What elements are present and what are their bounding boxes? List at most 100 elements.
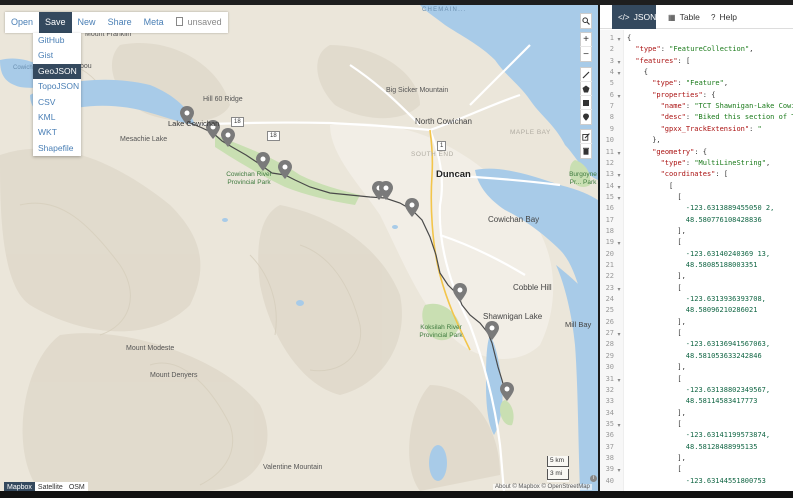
open-button[interactable]: Open [5, 12, 39, 33]
code-line: ], [627, 226, 686, 237]
map-label-mountain: Hill 60 Ridge [203, 96, 243, 103]
save-button[interactable]: Save [39, 12, 72, 33]
map-marker[interactable] [256, 152, 270, 171]
zoom-in-button[interactable]: + [580, 33, 592, 47]
road-shield: 18 [267, 131, 280, 141]
map-view[interactable]: CHEMAIN... Cowichan bou Mount Franklin H… [0, 5, 598, 491]
layer-osm[interactable]: OSM [66, 482, 88, 491]
code-token: : { [694, 147, 707, 156]
code-line: [ [627, 374, 682, 385]
map-label-water: CHEMAIN... [422, 7, 467, 13]
draw-marker-button[interactable] [580, 110, 592, 124]
map-attribution[interactable]: About © Mapbox © OpenStreetMap [493, 484, 592, 490]
save-menu-item-csv[interactable]: CSV [33, 95, 81, 110]
draw-polygon-button[interactable] [580, 82, 592, 96]
fold-toggle-icon[interactable]: ▾ [615, 465, 623, 476]
document-icon [175, 17, 183, 26]
map-label-park: Koksilah River Provincial Park [419, 324, 463, 339]
line-number: 31 [605, 374, 614, 383]
code-token: "name" [660, 102, 686, 111]
map-marker[interactable] [379, 181, 393, 200]
code-line: "name": "TCT Shawnigan-Lake Cowi [627, 101, 793, 112]
map-marker[interactable] [453, 283, 467, 302]
fold-toggle-icon[interactable]: ▾ [615, 420, 623, 431]
trash-icon [583, 147, 589, 155]
meta-button[interactable]: Meta [138, 12, 170, 33]
save-menu-item-shapefile[interactable]: Shapefile [33, 141, 81, 156]
code-token: 48.58096210286021 [685, 306, 758, 315]
line-number: 23 [605, 283, 614, 292]
line-icon [582, 71, 590, 78]
search-button[interactable] [580, 14, 592, 28]
code-token: [ [677, 374, 682, 383]
code-token: "MultiLineString" [694, 158, 766, 167]
code-token: "features" [635, 56, 678, 65]
line-number: 37 [605, 442, 614, 451]
code-token: ], [677, 363, 686, 372]
file-toolbar: Open Save New Share Meta unsaved [5, 12, 228, 33]
code-token: ], [677, 272, 686, 281]
code-token: , [723, 79, 729, 88]
code-token: 48.58114583417773 [685, 397, 758, 406]
fold-toggle-icon[interactable]: ▾ [615, 170, 623, 181]
fold-toggle-icon[interactable]: ▾ [615, 148, 623, 159]
code-token: [ [677, 192, 682, 201]
new-button[interactable]: New [72, 12, 102, 33]
code-line: 48.580776108428836 [627, 215, 762, 226]
fold-toggle-icon[interactable]: ▾ [615, 182, 623, 193]
edit-control [580, 129, 592, 159]
tab-table[interactable]: ▦ Table [662, 5, 702, 29]
map-label-town: Cobble Hill [513, 283, 552, 292]
save-menu-item-geojson[interactable]: GeoJSON [33, 63, 81, 80]
code-line: ], [627, 271, 686, 282]
line-number: 22 [605, 272, 614, 281]
code-token: ], [677, 226, 686, 235]
code-line: 48.58096210286021 [627, 305, 758, 316]
layer-satellite[interactable]: Satellite [35, 482, 66, 491]
fold-toggle-icon[interactable]: ▾ [615, 57, 623, 68]
tab-help[interactable]: ? Help [705, 5, 745, 29]
code-line: ], [627, 453, 685, 464]
save-menu-item-topojson[interactable]: TopoJSON [33, 79, 81, 94]
code-line: { [627, 33, 631, 44]
code-token: { [643, 68, 649, 77]
json-editor[interactable]: 1 ▾{2 "type": "FeatureCollection", 3 ▾ "featu… [600, 30, 793, 491]
code-line: -123.63144551800753 [627, 476, 766, 487]
save-menu-item-wkt[interactable]: WKT [33, 125, 81, 140]
rectangle-icon [583, 99, 589, 106]
map-marker[interactable] [485, 321, 499, 340]
save-menu-item-github[interactable]: GitHub [33, 33, 81, 48]
map-canvas[interactable] [0, 5, 598, 491]
edit-button[interactable] [580, 130, 592, 144]
fold-toggle-icon[interactable]: ▾ [615, 68, 623, 79]
fold-toggle-icon[interactable]: ▾ [615, 284, 623, 295]
delete-button[interactable] [580, 144, 592, 158]
fold-toggle-icon[interactable]: ▾ [615, 375, 623, 386]
line-number: 3 [609, 56, 614, 65]
code-token: -123.63136941567063, [685, 340, 771, 349]
draw-line-button[interactable] [580, 68, 592, 82]
map-marker[interactable] [278, 160, 292, 179]
share-button[interactable]: Share [102, 12, 138, 33]
line-number: 32 [605, 385, 614, 394]
fold-toggle-icon[interactable]: ▾ [615, 34, 623, 45]
map-marker[interactable] [221, 128, 235, 147]
info-icon[interactable]: i [590, 475, 597, 482]
fold-toggle-icon[interactable]: ▾ [615, 329, 623, 340]
search-icon [582, 17, 590, 25]
fold-toggle-icon[interactable]: ▾ [615, 91, 623, 102]
fold-toggle-icon[interactable]: ▾ [615, 238, 623, 249]
tab-json[interactable]: </> JSON [612, 5, 656, 29]
line-number: 18 [605, 226, 614, 235]
code-line: 48.581053633242846 [627, 351, 762, 362]
draw-rectangle-button[interactable] [580, 96, 592, 110]
code-line: "type": "FeatureCollection", [627, 44, 753, 55]
save-menu-item-kml[interactable]: KML [33, 110, 81, 125]
fold-toggle-icon[interactable]: ▾ [615, 193, 623, 204]
map-marker[interactable] [405, 198, 419, 217]
map-marker[interactable] [500, 382, 514, 401]
code-line: "geometry": { [627, 147, 707, 158]
save-menu-item-gist[interactable]: Gist [33, 48, 81, 63]
zoom-out-button[interactable]: − [580, 47, 592, 61]
layer-mapbox[interactable]: Mapbox [4, 482, 35, 491]
